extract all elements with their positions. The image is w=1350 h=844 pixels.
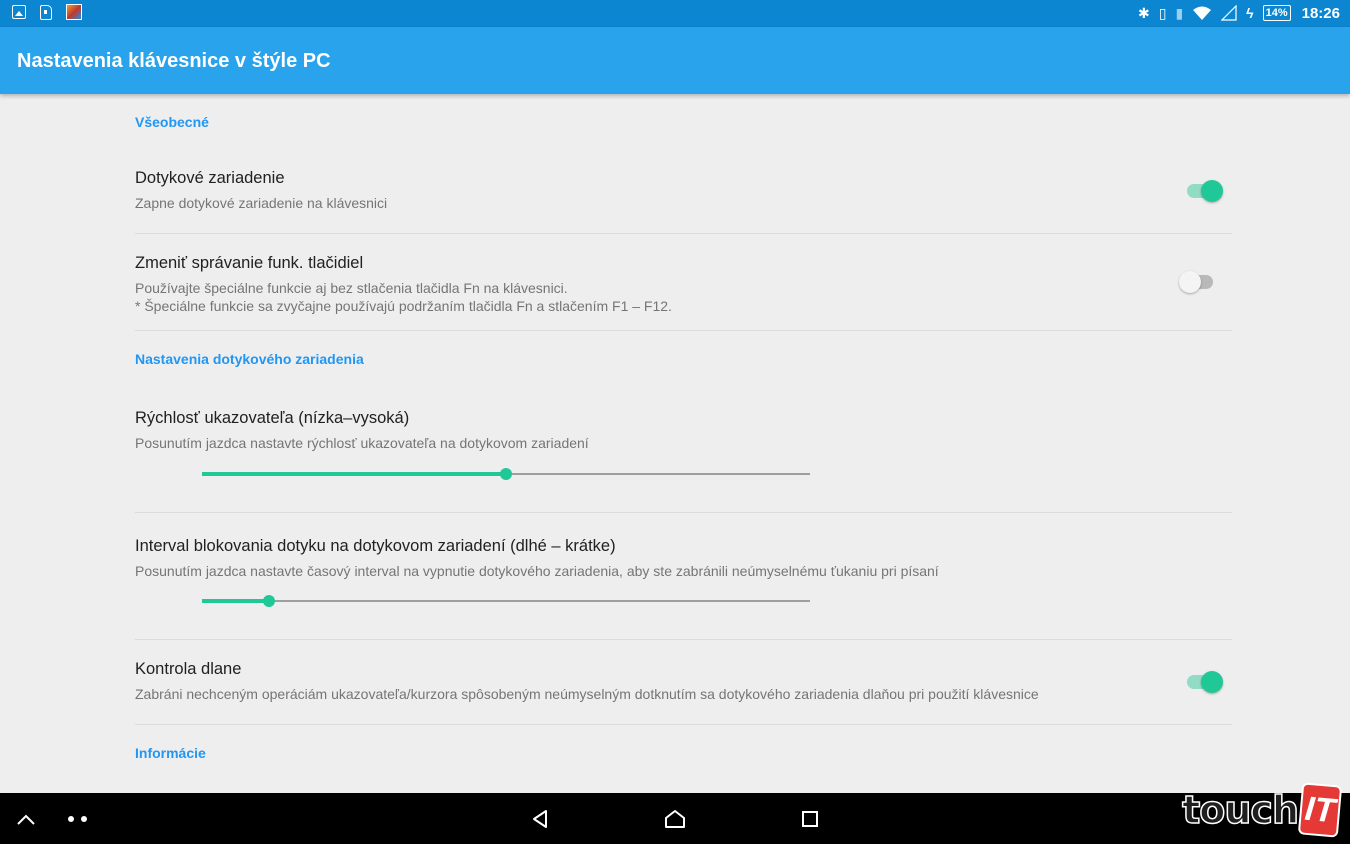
charging-icon: ϟ bbox=[1246, 5, 1254, 21]
pref-touchpad[interactable]: Dotykové zariadenie Zapne dotykové zaria… bbox=[135, 169, 1232, 212]
page-title: Nastavenia klávesnice v štýle PC bbox=[17, 50, 331, 72]
divider bbox=[135, 512, 1232, 513]
wifi-icon bbox=[1193, 6, 1212, 20]
divider bbox=[135, 724, 1232, 725]
slider-handle[interactable] bbox=[500, 468, 512, 480]
cell-signal-icon bbox=[1221, 5, 1237, 21]
vibrate-icon: ▯ bbox=[1158, 5, 1167, 21]
pref-summary: Posunutím jazdca nastavte rýchlosť ukazo… bbox=[135, 435, 589, 451]
fn-behavior-switch[interactable] bbox=[1179, 270, 1217, 294]
home-icon bbox=[665, 809, 685, 828]
touchit-watermark: touch IT bbox=[1181, 782, 1343, 838]
status-left-icons bbox=[12, 4, 82, 20]
bluetooth-icon: ✱ bbox=[1138, 5, 1150, 21]
block-interval-slider[interactable] bbox=[202, 594, 810, 608]
settings-list[interactable]: Všeobecné Dotykové zariadenie Zapne doty… bbox=[0, 94, 1350, 793]
section-header-info: Informácie bbox=[135, 745, 206, 761]
navigation-bar: touch IT bbox=[0, 782, 1350, 844]
more-dots-icon bbox=[68, 815, 87, 822]
pref-title: Interval blokovania dotyku na dotykovom … bbox=[135, 537, 616, 555]
divider bbox=[135, 233, 1232, 234]
pref-summary-line: * Špeciálne funkcie sa zvyčajne používaj… bbox=[135, 298, 672, 314]
battery-level: 14% bbox=[1262, 5, 1291, 21]
palm-check-switch[interactable] bbox=[1185, 670, 1223, 694]
pointer-speed-slider[interactable] bbox=[202, 467, 810, 481]
pref-fn-behavior[interactable]: Zmeniť správanie funk. tlačidiel Používa… bbox=[135, 254, 1232, 315]
switch-thumb bbox=[1179, 271, 1201, 293]
back-icon bbox=[533, 809, 547, 828]
clock: 18:26 bbox=[1301, 4, 1340, 22]
chevron-up-icon bbox=[17, 814, 35, 825]
divider bbox=[135, 330, 1232, 331]
pref-summary: Zapne dotykové zariadenie na klávesnici bbox=[135, 195, 388, 211]
more-dots-button[interactable] bbox=[60, 793, 96, 844]
back-button[interactable] bbox=[520, 793, 560, 844]
pref-title: Kontrola dlane bbox=[135, 660, 242, 678]
recents-icon bbox=[802, 810, 818, 827]
divider bbox=[135, 639, 1232, 640]
pref-title: Dotykové zariadenie bbox=[135, 169, 285, 187]
pref-title: Rýchlosť ukazovateľa (nízka–vysoká) bbox=[135, 409, 410, 427]
app-icon bbox=[66, 4, 82, 20]
touchpad-switch[interactable] bbox=[1185, 179, 1223, 203]
switch-thumb bbox=[1201, 671, 1223, 693]
section-header-touchpad-settings: Nastavenia dotykového zariadenia bbox=[135, 351, 364, 367]
slider-fill bbox=[202, 599, 269, 603]
slider-handle[interactable] bbox=[263, 595, 275, 607]
pref-summary-line: Používajte špeciálne funkcie aj bez stla… bbox=[135, 280, 568, 296]
slider-fill bbox=[202, 472, 506, 476]
recents-button[interactable] bbox=[790, 793, 830, 844]
pref-summary: Používajte špeciálne funkcie aj bez stla… bbox=[135, 279, 1232, 315]
chevron-up-button[interactable] bbox=[10, 793, 42, 844]
pref-summary: Posunutím jazdca nastavte časový interva… bbox=[135, 563, 939, 579]
pref-summary: Zabráni nechceným operáciám ukazovateľa/… bbox=[135, 686, 1039, 702]
switch-thumb bbox=[1201, 180, 1223, 202]
pref-title: Zmeniť správanie funk. tlačidiel bbox=[135, 254, 364, 272]
pref-pointer-speed: Rýchlosť ukazovateľa (nízka–vysoká) Posu… bbox=[135, 409, 1232, 452]
slider-rail bbox=[202, 600, 810, 602]
section-header-general: Všeobecné bbox=[135, 114, 209, 130]
image-icon bbox=[12, 5, 26, 19]
info-icon: ▮ bbox=[1175, 5, 1184, 21]
pref-palm-check[interactable]: Kontrola dlane Zabráni nechceným operáci… bbox=[135, 660, 1232, 703]
status-right-icons: ✱ ▯ ▮ ϟ 14% 18:26 bbox=[1138, 3, 1340, 23]
watermark-text: touch bbox=[1181, 787, 1299, 833]
app-bar: Nastavenia klávesnice v štýle PC bbox=[0, 27, 1350, 94]
home-button[interactable] bbox=[655, 793, 695, 844]
sd-card-icon bbox=[40, 4, 52, 20]
status-bar: ✱ ▯ ▮ ϟ 14% 18:26 bbox=[0, 0, 1350, 27]
watermark-badge: IT bbox=[1297, 782, 1343, 838]
pref-block-interval: Interval blokovania dotyku na dotykovom … bbox=[135, 537, 1232, 580]
